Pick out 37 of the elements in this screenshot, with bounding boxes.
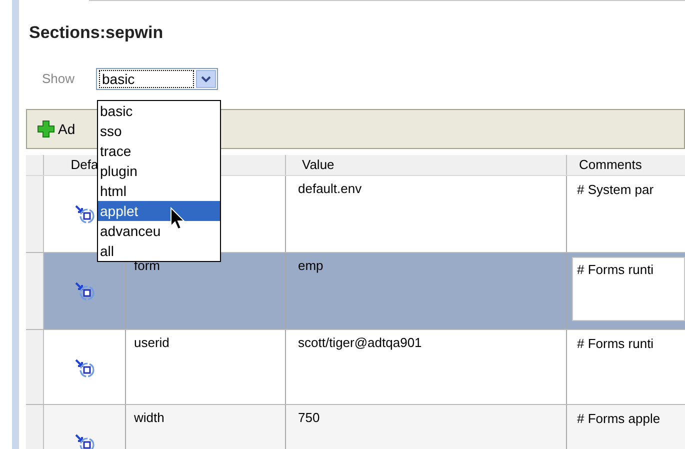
plus-icon	[37, 120, 55, 138]
column-header[interactable]: Comments	[579, 157, 642, 172]
table-cell: width	[134, 410, 164, 425]
chevron-down-icon	[196, 70, 216, 88]
default-value-icon	[74, 204, 96, 224]
table-cell-text: # Forms runti	[576, 336, 654, 351]
dropdown-option[interactable]: trace	[98, 141, 220, 161]
table-cell: form	[134, 258, 160, 273]
dropdown-option[interactable]: html	[98, 181, 220, 201]
row-header[interactable]	[26, 253, 44, 329]
table-cell: emp	[298, 258, 324, 273]
table-row[interactable]: userid scott/tiger@adtqa901 # Forms runti	[26, 330, 685, 405]
column-header[interactable]: Value	[302, 157, 334, 172]
page-title: Sections:sepwin	[29, 23, 164, 43]
show-label: Show	[42, 70, 76, 88]
row-header[interactable]	[26, 405, 44, 449]
comment-field[interactable]: # Forms runti	[572, 257, 685, 321]
default-value-icon	[74, 358, 96, 378]
row-header[interactable]	[26, 330, 44, 404]
dropdown-option[interactable]: basic	[98, 101, 220, 121]
table-cell: scott/tiger@adtqa901	[298, 335, 422, 350]
column-header[interactable]: Defa	[70, 157, 98, 172]
add-button[interactable]: Ad	[37, 118, 76, 140]
table-cell-text: # Forms apple	[576, 411, 660, 426]
show-dropdown[interactable]: basic	[96, 68, 218, 90]
default-value-icon	[74, 281, 96, 301]
default-value-icon	[74, 433, 96, 449]
table-cell: 750	[298, 410, 320, 425]
row-header[interactable]	[26, 176, 44, 252]
dropdown-option[interactable]: advanceu	[98, 221, 220, 241]
dropdown-option[interactable]: sso	[98, 121, 220, 141]
table-cell: default.env	[298, 181, 362, 196]
table-row[interactable]: width 750 # Forms apple	[26, 405, 685, 449]
table-cell: userid	[134, 335, 170, 350]
dropdown-option[interactable]: applet	[98, 201, 220, 221]
mouse-pointer-icon	[170, 207, 186, 231]
table-cell-text: # System par	[576, 182, 654, 197]
